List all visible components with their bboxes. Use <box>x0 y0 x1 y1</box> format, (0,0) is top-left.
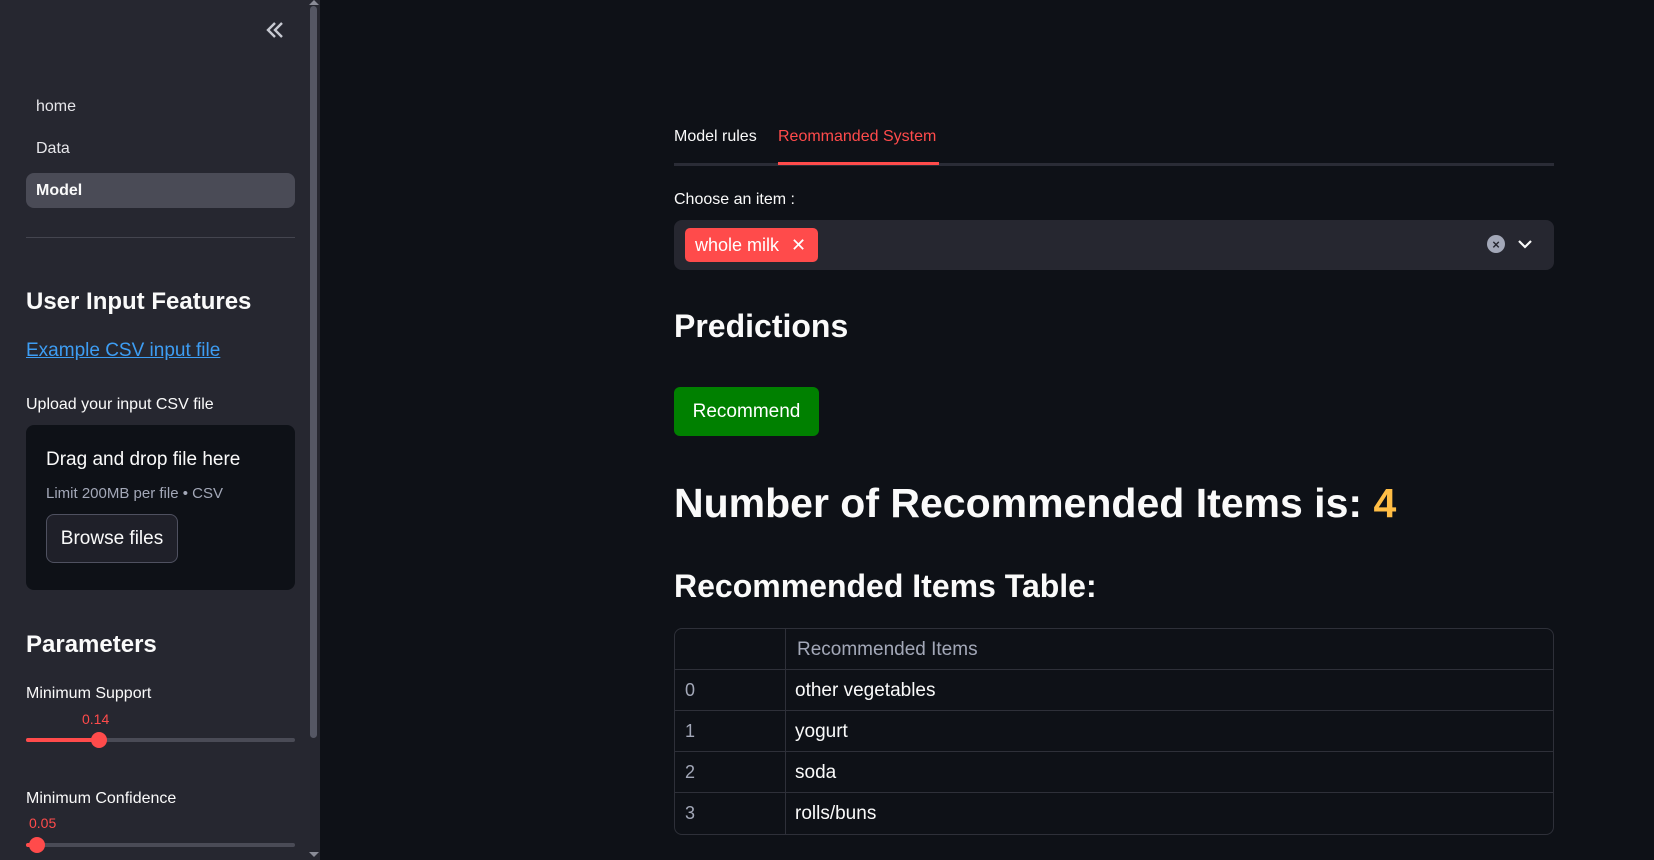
item-multiselect[interactable]: whole milk ✕ × <box>674 220 1554 270</box>
upload-label: Upload your input CSV file <box>26 396 214 413</box>
min-confidence-thumb[interactable] <box>28 837 45 853</box>
count-label: Number of Recommended Items is: <box>674 480 1363 526</box>
scroll-up-icon[interactable] <box>309 0 319 5</box>
dropzone-limit-text: Limit 200MB per file • CSV <box>46 485 223 502</box>
parameters-title: Parameters <box>26 631 157 658</box>
sidebar: home Data Model User Input Features Exam… <box>0 0 320 860</box>
chip-label: whole milk <box>695 234 780 255</box>
sidebar-divider <box>26 237 295 238</box>
row-index: 2 <box>675 752 786 792</box>
browse-files-button[interactable]: Browse files <box>46 514 178 563</box>
min-support-value: 0.14 <box>82 711 110 727</box>
scroll-down-icon[interactable] <box>309 852 319 857</box>
min-support-label: Minimum Support <box>26 685 152 702</box>
row-item: rolls/buns <box>795 803 877 824</box>
count-value: 4 <box>1373 480 1397 526</box>
row-item: yogurt <box>795 721 848 742</box>
min-confidence-slider[interactable] <box>26 837 295 853</box>
min-support-slider[interactable] <box>26 732 295 748</box>
selected-item-chip: whole milk ✕ <box>685 228 819 262</box>
file-dropzone[interactable]: Drag and drop file here Limit 200MB per … <box>26 425 295 590</box>
scroll-thumb[interactable] <box>310 6 317 738</box>
min-confidence-label: Minimum Confidence <box>26 790 177 807</box>
tab-recommended-system[interactable]: Reommanded System <box>778 128 936 146</box>
min-support-thumb[interactable] <box>90 732 107 748</box>
row-item: soda <box>795 762 837 783</box>
double-chevron-left-icon <box>266 22 283 38</box>
active-tab-indicator <box>778 162 939 165</box>
chevron-down-icon[interactable] <box>1514 233 1536 255</box>
table-row: 3 rolls/buns <box>675 793 1553 834</box>
min-confidence-value: 0.05 <box>29 815 57 831</box>
user-input-title: User Input Features <box>26 288 252 315</box>
nav-item-home[interactable]: home <box>26 89 295 124</box>
sidebar-nav: home Data Model <box>26 89 295 215</box>
nav-item-data[interactable]: Data <box>26 131 295 166</box>
nav-item-model[interactable]: Model <box>26 173 295 208</box>
remove-chip-icon[interactable]: ✕ <box>791 235 806 256</box>
table-header-row: Recommended Items <box>675 629 1553 670</box>
column-header: Recommended Items <box>797 639 978 660</box>
row-index: 1 <box>675 711 786 751</box>
recommended-count-heading: Number of Recommended Items is: 4 <box>674 480 1396 527</box>
index-header <box>675 629 786 669</box>
recommend-button[interactable]: Recommend <box>674 387 819 436</box>
collapse-sidebar-button[interactable] <box>258 16 292 44</box>
table-row: 2 soda <box>675 752 1553 793</box>
table-row: 1 yogurt <box>675 711 1553 752</box>
table-row: 0 other vegetables <box>675 670 1553 711</box>
table-heading: Recommended Items Table: <box>674 568 1097 604</box>
row-index: 3 <box>675 793 786 834</box>
choose-item-label: Choose an item : <box>674 191 795 208</box>
clear-all-icon[interactable]: × <box>1487 235 1505 253</box>
tab-bar: Model rules Reommanded System <box>674 122 1554 166</box>
recommended-items-table: Recommended Items 0 other vegetables 1 y… <box>674 628 1554 835</box>
dropzone-title: Drag and drop file here <box>46 449 241 470</box>
sidebar-scrollbar[interactable] <box>308 0 320 860</box>
row-item: other vegetables <box>795 680 936 701</box>
row-index: 0 <box>675 670 786 710</box>
tab-model-rules[interactable]: Model rules <box>674 128 757 146</box>
example-csv-link[interactable]: Example CSV input file <box>26 340 220 362</box>
predictions-heading: Predictions <box>674 308 849 344</box>
min-support-fill <box>26 738 99 742</box>
